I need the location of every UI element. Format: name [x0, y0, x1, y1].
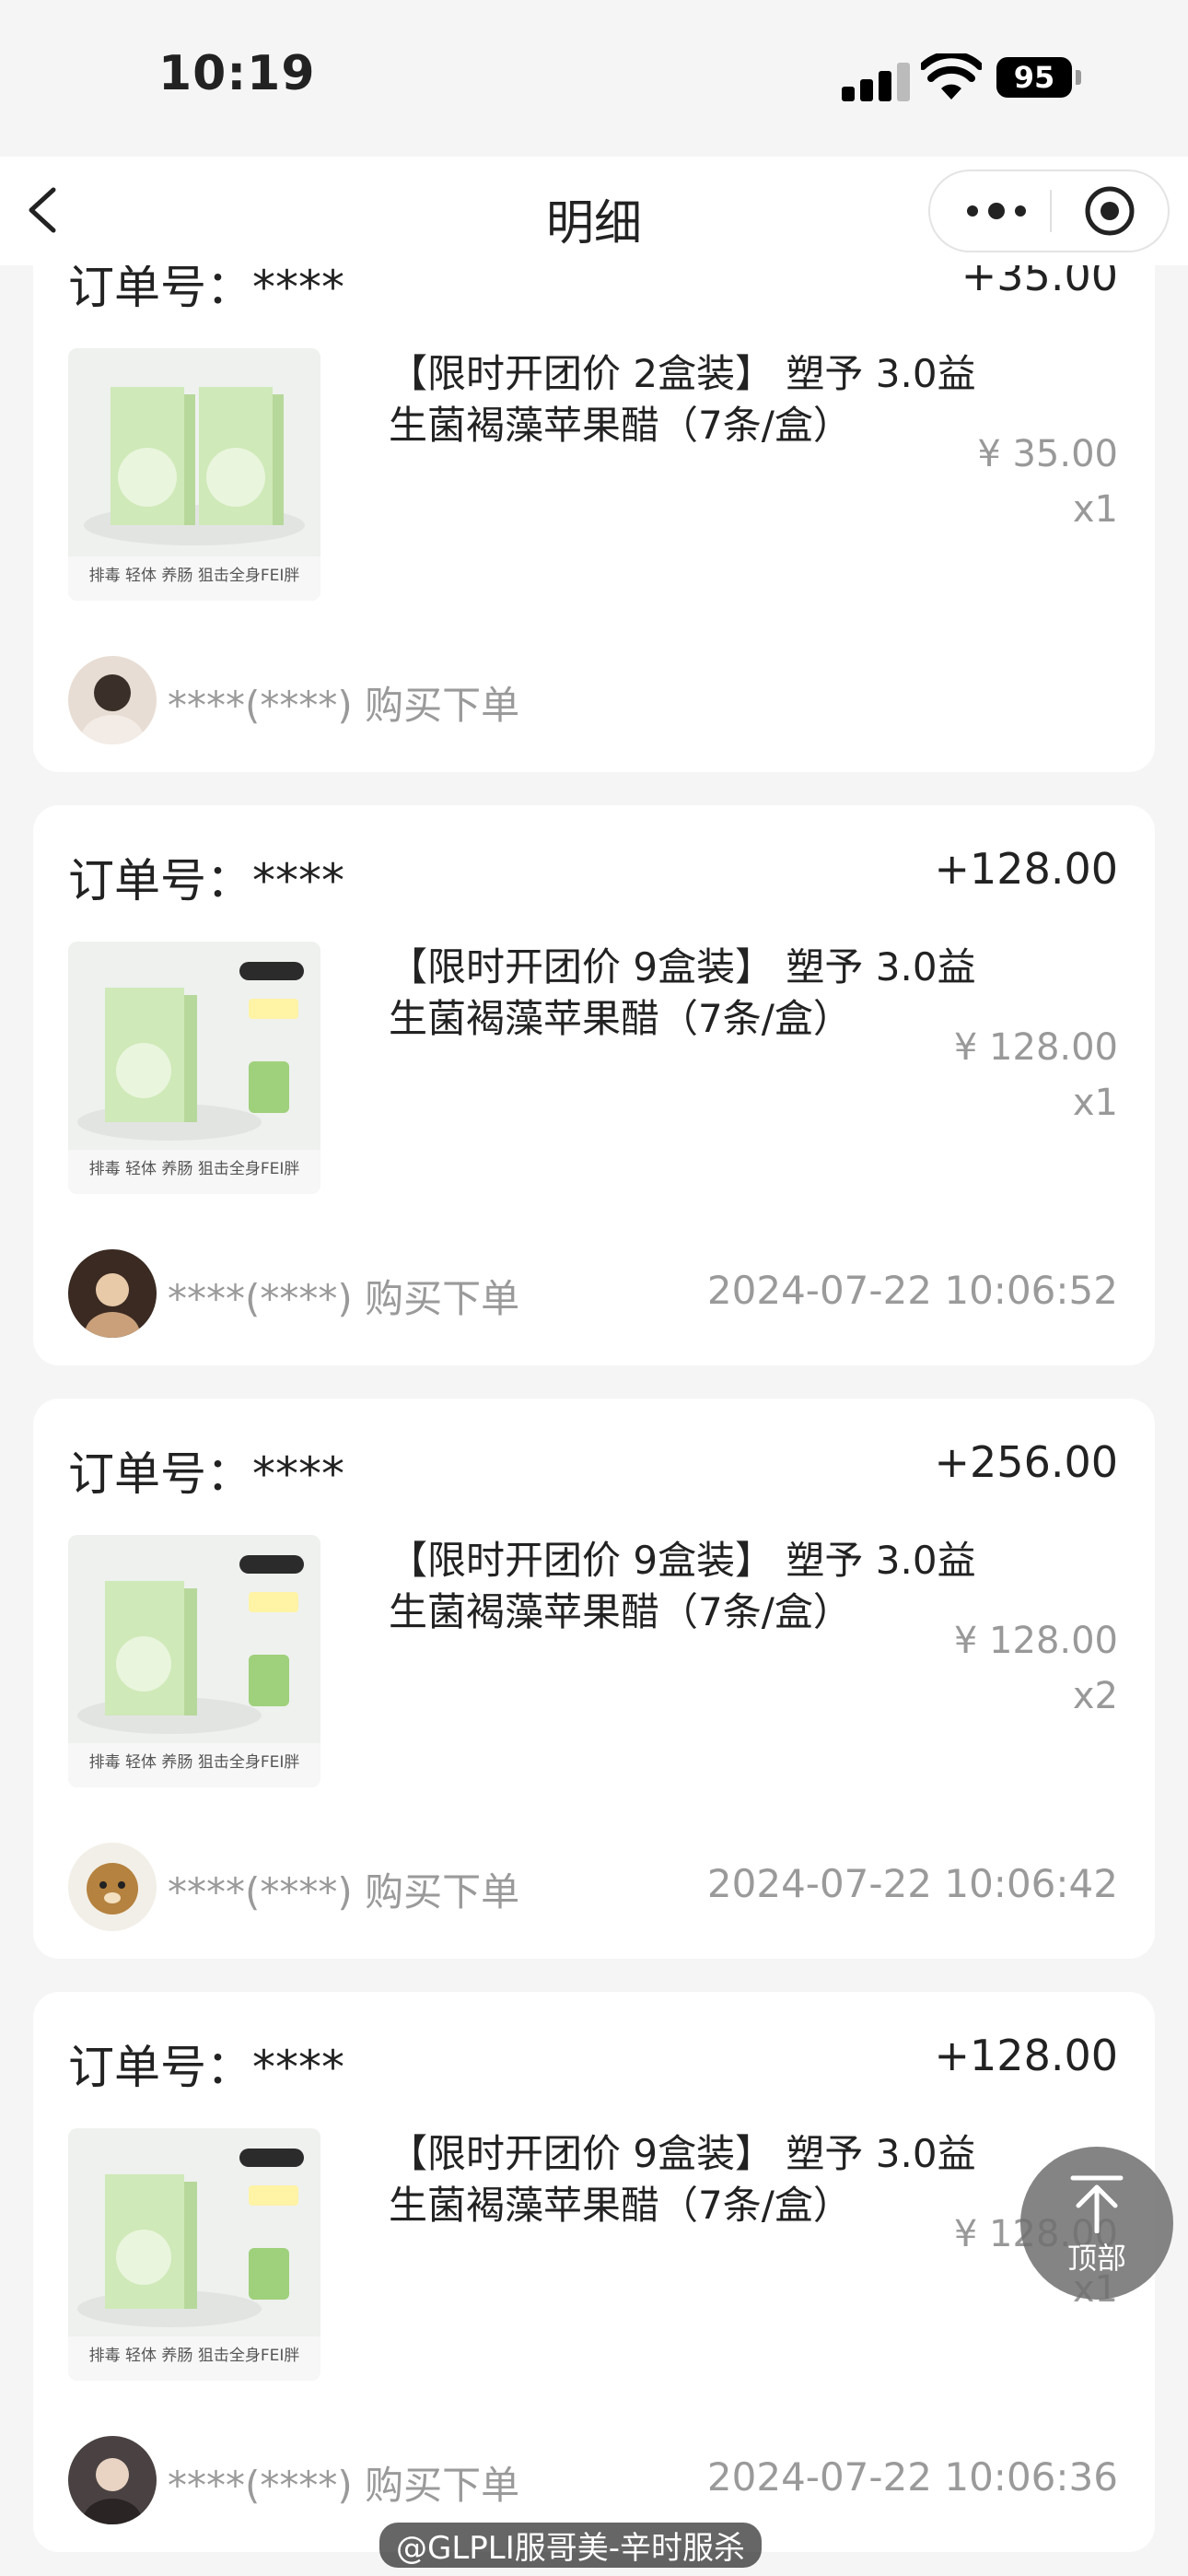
product-name[interactable]: 【限时开团价 9盒装】 塑予 3.0益生菌褐藻苹果醋（7条/盒） — [389, 1535, 978, 1638]
buyer-avatar — [68, 656, 157, 744]
thumbnail-caption: 排毒 轻体 养肠 狙击全身FEI胖 — [88, 1753, 300, 1772]
wifi-icon — [921, 53, 982, 100]
quantity: x2 — [1072, 1675, 1118, 1717]
order-number: 订单号：**** — [68, 2041, 344, 2094]
back-to-top-button[interactable]: 顶部 — [1020, 2147, 1173, 2300]
order-card[interactable]: 订单号：**** +128.00 排毒 轻体 养肠 狙击全身FEI胖 【限时开团… — [33, 805, 1155, 1365]
product-thumbnail[interactable]: 排毒 轻体 养肠 狙击全身FEI胖 — [68, 2128, 320, 2381]
buyer-info: ****(****) 购买下单 — [168, 1276, 520, 1321]
status-bar: 10:19 95 — [0, 0, 1188, 157]
nav-bar: 明细 — [0, 157, 1188, 265]
quantity: x1 — [1072, 488, 1118, 531]
order-card[interactable]: 订单号：**** +128.00 排毒 轻体 养肠 狙击全身FEI胖 【限时开团… — [33, 1992, 1155, 2552]
unit-price: ¥ 128.00 — [953, 1620, 1118, 1662]
order-card[interactable]: 订单号：**** +35.00 排毒 轻体 养肠 狙击全身FEI胖 【限时开团价… — [33, 212, 1155, 772]
arrow-up-icon — [1070, 2175, 1124, 2233]
order-time: 2024-07-22 10:06:36 — [706, 2454, 1118, 2500]
unit-price: ¥ 35.00 — [977, 433, 1118, 475]
thumbnail-caption: 排毒 轻体 养肠 狙击全身FEI胖 — [88, 567, 300, 585]
product-thumbnail[interactable]: 排毒 轻体 养肠 狙击全身FEI胖 — [68, 348, 320, 601]
thumbnail-caption: 排毒 轻体 养肠 狙击全身FEI胖 — [88, 2347, 300, 2365]
back-to-top-label: 顶部 — [1066, 2241, 1126, 2276]
battery-tip — [1076, 70, 1081, 85]
product-thumbnail[interactable]: 排毒 轻体 养肠 狙击全身FEI胖 — [68, 1535, 320, 1787]
product-thumbnail[interactable]: 排毒 轻体 养肠 狙击全身FEI胖 — [68, 942, 320, 1194]
product-name[interactable]: 【限时开团价 9盒装】 塑予 3.0益生菌褐藻苹果醋（7条/盒） — [389, 2128, 978, 2231]
capsule-divider — [1050, 190, 1052, 232]
close-miniprogram-icon[interactable] — [1083, 184, 1136, 238]
cellular-signal-icon — [842, 63, 910, 101]
battery-indicator: 95 — [996, 57, 1083, 98]
product-name[interactable]: 【限时开团价 9盒装】 塑予 3.0益生菌褐藻苹果醋（7条/盒） — [389, 942, 978, 1045]
order-number: 订单号：**** — [68, 1447, 344, 1501]
buyer-avatar — [68, 1843, 157, 1931]
order-time: 2024-07-22 10:06:52 — [706, 1268, 1118, 1313]
watermark: @GLPLI服哥美-辛时服杀 — [379, 2523, 763, 2568]
buyer-info: ****(****) 购买下单 — [168, 2463, 520, 2508]
quantity: x1 — [1072, 1082, 1118, 1124]
order-card[interactable]: 订单号：**** +256.00 排毒 轻体 养肠 狙击全身FEI胖 【限时开团… — [33, 1399, 1155, 1959]
battery-level: 95 — [996, 57, 1072, 98]
unit-price: ¥ 128.00 — [953, 1026, 1118, 1069]
order-total: +128.00 — [934, 844, 1119, 894]
more-options-icon[interactable] — [960, 171, 1033, 251]
miniprogram-capsule — [928, 170, 1170, 252]
status-time: 10:19 — [158, 46, 316, 101]
product-name[interactable]: 【限时开团价 2盒装】 塑予 3.0益生菌褐藻苹果醋（7条/盒） — [389, 348, 978, 451]
buyer-avatar — [68, 2436, 157, 2524]
order-total: +128.00 — [934, 2031, 1119, 2080]
order-number: 订单号：**** — [68, 854, 344, 907]
order-time: 2024-07-22 10:06:42 — [706, 1861, 1118, 1906]
buyer-info: ****(****) 购买下单 — [168, 1869, 520, 1914]
buyer-info: ****(****) 购买下单 — [168, 683, 520, 728]
buyer-avatar — [68, 1249, 157, 1338]
order-total: +256.00 — [934, 1437, 1119, 1487]
thumbnail-caption: 排毒 轻体 养肠 狙击全身FEI胖 — [88, 1160, 300, 1178]
